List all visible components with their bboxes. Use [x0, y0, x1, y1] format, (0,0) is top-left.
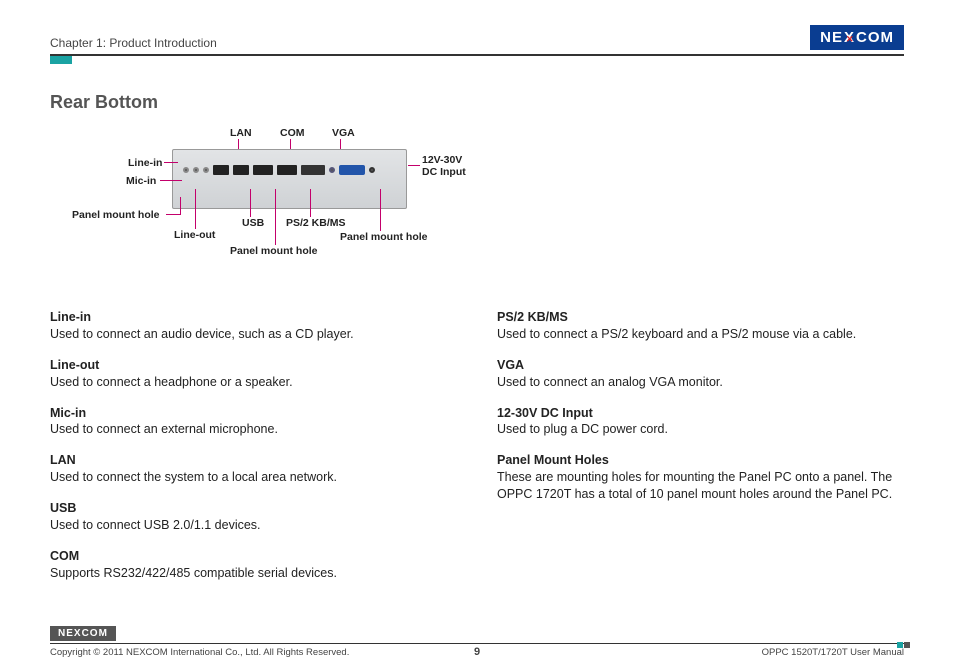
nexcom-logo: NEXCOM	[810, 25, 904, 50]
footer-logo: NEXCOM	[50, 626, 116, 641]
leader-line	[195, 189, 196, 229]
leader-line	[310, 189, 311, 217]
logo-x-icon: X	[74, 628, 82, 639]
left-column: Line-in Used to connect an audio device,…	[50, 309, 457, 596]
item-desc: Used to plug a DC power cord.	[497, 421, 904, 438]
leader-line	[408, 165, 420, 166]
item-micin: Mic-in Used to connect an external micro…	[50, 405, 457, 439]
device-body	[172, 149, 407, 209]
item-title: COM	[50, 548, 457, 565]
logo-text-pre: NE	[820, 29, 843, 46]
leader-line	[180, 197, 181, 215]
item-title: Line-out	[50, 357, 457, 374]
item-desc: Used to connect an external microphone.	[50, 421, 457, 438]
item-panel-mount-holes: Panel Mount Holes These are mounting hol…	[497, 452, 904, 503]
accent-tab	[50, 56, 72, 64]
item-desc: These are mounting holes for mounting th…	[497, 469, 904, 503]
label-dc-line1: 12V-30V	[422, 154, 462, 166]
label-lineout: Line-out	[174, 229, 215, 241]
item-desc: Used to connect USB 2.0/1.1 devices.	[50, 517, 457, 534]
item-desc: Used to connect the system to a local ar…	[50, 469, 457, 486]
item-title: USB	[50, 500, 457, 517]
page-number: 9	[474, 646, 480, 658]
label-ps2: PS/2 KB/MS	[286, 217, 346, 229]
page-footer: NEXCOM Copyright © 2011 NEXCOM Internati…	[50, 625, 904, 658]
label-panel-mount-hole: Panel mount hole	[340, 231, 428, 243]
footer-squares-icon	[896, 637, 910, 651]
jack-lineout-icon	[193, 167, 199, 173]
item-title: PS/2 KB/MS	[497, 309, 904, 326]
port-row	[183, 164, 396, 176]
label-dc-input: 12V-30V DC Input	[422, 155, 466, 178]
item-ps2: PS/2 KB/MS Used to connect a PS/2 keyboa…	[497, 309, 904, 343]
footer-rule	[50, 643, 904, 644]
item-title: Panel Mount Holes	[497, 452, 904, 469]
item-linein: Line-in Used to connect an audio device,…	[50, 309, 457, 343]
page-header: Chapter 1: Product Introduction NEXCOM	[50, 22, 904, 50]
leader-line	[160, 180, 182, 181]
logo-text-post: COM	[856, 29, 894, 46]
label-com: COM	[280, 127, 305, 139]
item-title: Line-in	[50, 309, 457, 326]
label-micin: Mic-in	[126, 175, 156, 187]
port-usb-icon	[277, 165, 297, 175]
item-title: VGA	[497, 357, 904, 374]
item-usb: USB Used to connect USB 2.0/1.1 devices.	[50, 500, 457, 534]
item-title: LAN	[50, 452, 457, 469]
item-vga: VGA Used to connect an analog VGA monito…	[497, 357, 904, 391]
leader-line	[380, 189, 381, 231]
item-com: COM Supports RS232/422/485 compatible se…	[50, 548, 457, 582]
footer-bar: Copyright © 2011 NEXCOM International Co…	[50, 644, 904, 658]
port-ps2-icon	[329, 167, 335, 173]
copyright-text: Copyright © 2011 NEXCOM International Co…	[50, 647, 349, 658]
item-title: 12-30V DC Input	[497, 405, 904, 422]
header-rule	[50, 54, 904, 56]
label-dc-line2: DC Input	[422, 166, 466, 178]
item-lan: LAN Used to connect the system to a loca…	[50, 452, 457, 486]
item-desc: Used to connect a PS/2 keyboard and a PS…	[497, 326, 904, 343]
port-usb-icon	[253, 165, 273, 175]
item-desc: Supports RS232/422/485 compatible serial…	[50, 565, 457, 582]
label-linein: Line-in	[128, 157, 162, 169]
right-column: PS/2 KB/MS Used to connect a PS/2 keyboa…	[497, 309, 904, 596]
jack-micin-icon	[203, 167, 209, 173]
logo-text-post: COM	[82, 628, 108, 639]
item-title: Mic-in	[50, 405, 457, 422]
leader-line	[164, 162, 178, 163]
leader-line	[275, 189, 276, 245]
jack-linein-icon	[183, 167, 189, 173]
port-lan-icon	[233, 165, 249, 175]
item-dcinput: 12-30V DC Input Used to plug a DC power …	[497, 405, 904, 439]
item-desc: Used to connect an audio device, such as…	[50, 326, 457, 343]
section-title: Rear Bottom	[50, 92, 904, 113]
label-usb: USB	[242, 217, 264, 229]
leader-line	[250, 189, 251, 217]
chapter-label: Chapter 1: Product Introduction	[50, 36, 217, 50]
leader-line	[166, 214, 180, 215]
item-desc: Used to connect a headphone or a speaker…	[50, 374, 457, 391]
port-vga-icon	[339, 165, 365, 175]
rear-bottom-diagram: LAN COM VGA Line-in Mic-in Panel mount h…	[130, 127, 490, 297]
logo-text-pre: NE	[58, 628, 74, 639]
port-com-icon	[301, 165, 325, 175]
logo-x-icon: X	[844, 29, 855, 46]
item-lineout: Line-out Used to connect a headphone or …	[50, 357, 457, 391]
label-panel-mount-hole: Panel mount hole	[230, 245, 318, 257]
item-desc: Used to connect an analog VGA monitor.	[497, 374, 904, 391]
port-lan-icon	[213, 165, 229, 175]
label-panel-mount-hole: Panel mount hole	[72, 209, 160, 221]
label-vga: VGA	[332, 127, 355, 139]
label-lan: LAN	[230, 127, 252, 139]
port-dc-icon	[369, 167, 375, 173]
description-columns: Line-in Used to connect an audio device,…	[50, 309, 904, 596]
manual-name: OPPC 1520T/1720T User Manual	[762, 647, 904, 658]
